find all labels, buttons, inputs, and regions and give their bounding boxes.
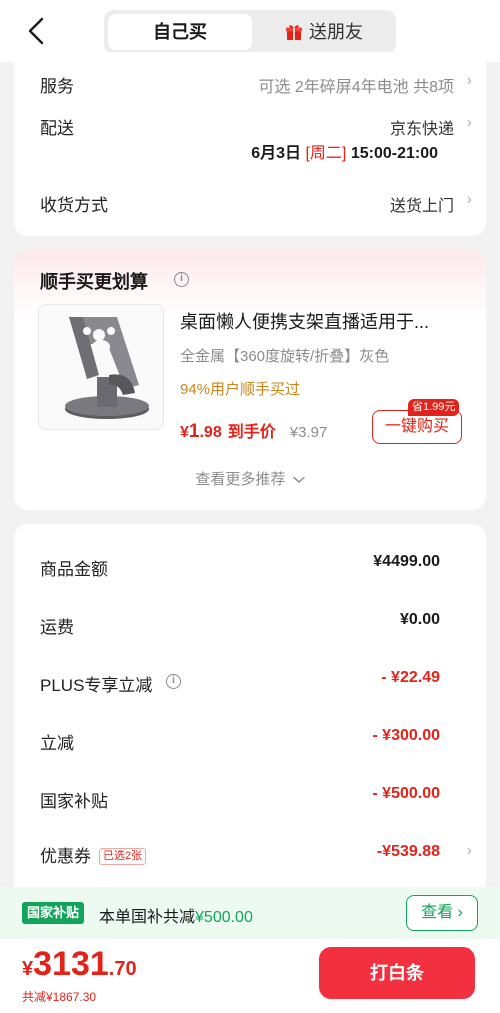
addon-title: 顺手买更划算	[40, 272, 148, 292]
price-integer: 1	[188, 421, 200, 442]
receive-method-value[interactable]: 送货上门	[390, 192, 454, 216]
gift-icon	[286, 24, 302, 40]
price-decimal: .98	[199, 424, 222, 441]
national-subsidy-label: 国家补贴	[40, 792, 108, 811]
price-tag: 到手价	[227, 424, 276, 441]
back-arrow-icon[interactable]	[24, 16, 50, 46]
subsidy-amount: ¥500.00	[195, 909, 253, 926]
save-badge: 省1.99元	[408, 399, 460, 416]
coupon-value[interactable]: -¥539.88	[377, 843, 440, 861]
instant-discount-label: 立减	[40, 734, 74, 753]
checkout-bar: ¥3131.70 共减¥1867.30 打白条	[0, 939, 500, 1013]
coupon-chevron-icon[interactable]: ›	[467, 842, 472, 860]
subsidy-text: 本单国补共减¥500.00	[99, 903, 253, 927]
original-price: ¥3.97	[289, 424, 328, 441]
more-label: 查看更多推荐	[195, 471, 286, 488]
purchase-mode-switch: 自己买 送朋友	[104, 10, 396, 54]
delivery-date: 6月3日	[251, 145, 302, 162]
total-saved: 共减¥1867.30	[22, 990, 97, 1004]
product-hint: 94%用户顺手买过	[180, 381, 301, 398]
shipping-label: 运费	[40, 618, 74, 637]
coupon-row[interactable]: 优惠券 已选2张	[40, 842, 147, 867]
delivery-window: 15:00-21:00	[350, 145, 438, 162]
plus-discount-value: - ¥22.49	[381, 669, 440, 686]
total-integer: 3131	[33, 945, 109, 983]
pay-with-baitiao-button[interactable]: 打白条	[319, 947, 475, 999]
receive-method-label: 收货方式	[40, 196, 108, 215]
price-currency: ¥	[180, 424, 189, 441]
total-currency: ¥	[22, 958, 34, 980]
product-price: ¥1.98 到手价 ¥3.97	[180, 418, 327, 443]
subsidy-bar: 国家补贴 本单国补共减¥500.00 查看 ›	[0, 887, 500, 939]
subsidy-badge: 国家补贴	[22, 902, 85, 924]
phone-stand-image	[65, 317, 149, 419]
more-recommendations-link[interactable]: 查看更多推荐	[14, 468, 486, 489]
delivery-label: 配送	[40, 119, 74, 138]
coupon-count-tag: 已选2张	[99, 847, 147, 865]
chevron-down-icon	[292, 476, 305, 484]
instant-discount-value: - ¥300.00	[372, 727, 440, 744]
coupon-label: 优惠券	[40, 847, 91, 866]
national-subsidy-value: - ¥500.00	[372, 785, 440, 802]
total-decimal: .70	[108, 958, 137, 980]
delivery-weekday: [周二]	[305, 145, 347, 162]
tab-gift-to-friend[interactable]: 送朋友	[256, 14, 392, 50]
delivery-value[interactable]: 京东快递	[390, 115, 454, 139]
service-label: 服务	[40, 77, 74, 96]
plus-info-icon[interactable]: i	[166, 674, 181, 689]
delivery-card: 服务 可选 2年碎屏4年电池 共8项 › 配送 京东快递 › 6月3日 [周二]…	[14, 52, 486, 236]
total-price: ¥3131.70	[22, 945, 137, 984]
service-value[interactable]: 可选 2年碎屏4年电池 共8项	[258, 73, 454, 97]
service-chevron-icon[interactable]: ›	[467, 72, 472, 90]
addon-recommend-card: 顺手买更划算 i 桌面懒人便携支架直播适用于... 全金属【360度旋转/折叠】…	[14, 250, 486, 510]
tab-buy-for-self[interactable]: 自己买	[108, 14, 252, 50]
product-spec: 全金属【360度旋转/折叠】灰色	[180, 348, 390, 365]
receive-method-chevron-icon[interactable]: ›	[467, 191, 472, 209]
view-subsidy-button[interactable]: 查看 ›	[406, 895, 478, 931]
product-image[interactable]	[38, 304, 164, 430]
subsidy-text-prefix: 本单国补共减	[99, 909, 196, 926]
delivery-chevron-icon[interactable]: ›	[467, 114, 472, 132]
amount-summary-card: 商品金额 ¥4499.00 运费 ¥0.00 PLUS专享立减 i - ¥22.…	[14, 524, 486, 924]
info-icon[interactable]: i	[174, 272, 189, 287]
delivery-time: 6月3日 [周二] 15:00-21:00	[251, 139, 438, 163]
goods-amount-value: ¥4499.00	[373, 553, 440, 570]
tab-gift-label: 送朋友	[309, 22, 363, 42]
goods-amount-label: 商品金额	[40, 560, 108, 579]
product-title[interactable]: 桌面懒人便携支架直播适用于...	[180, 308, 470, 334]
plus-discount-label: PLUS专享立减	[40, 676, 153, 695]
shipping-value: ¥0.00	[399, 611, 440, 628]
